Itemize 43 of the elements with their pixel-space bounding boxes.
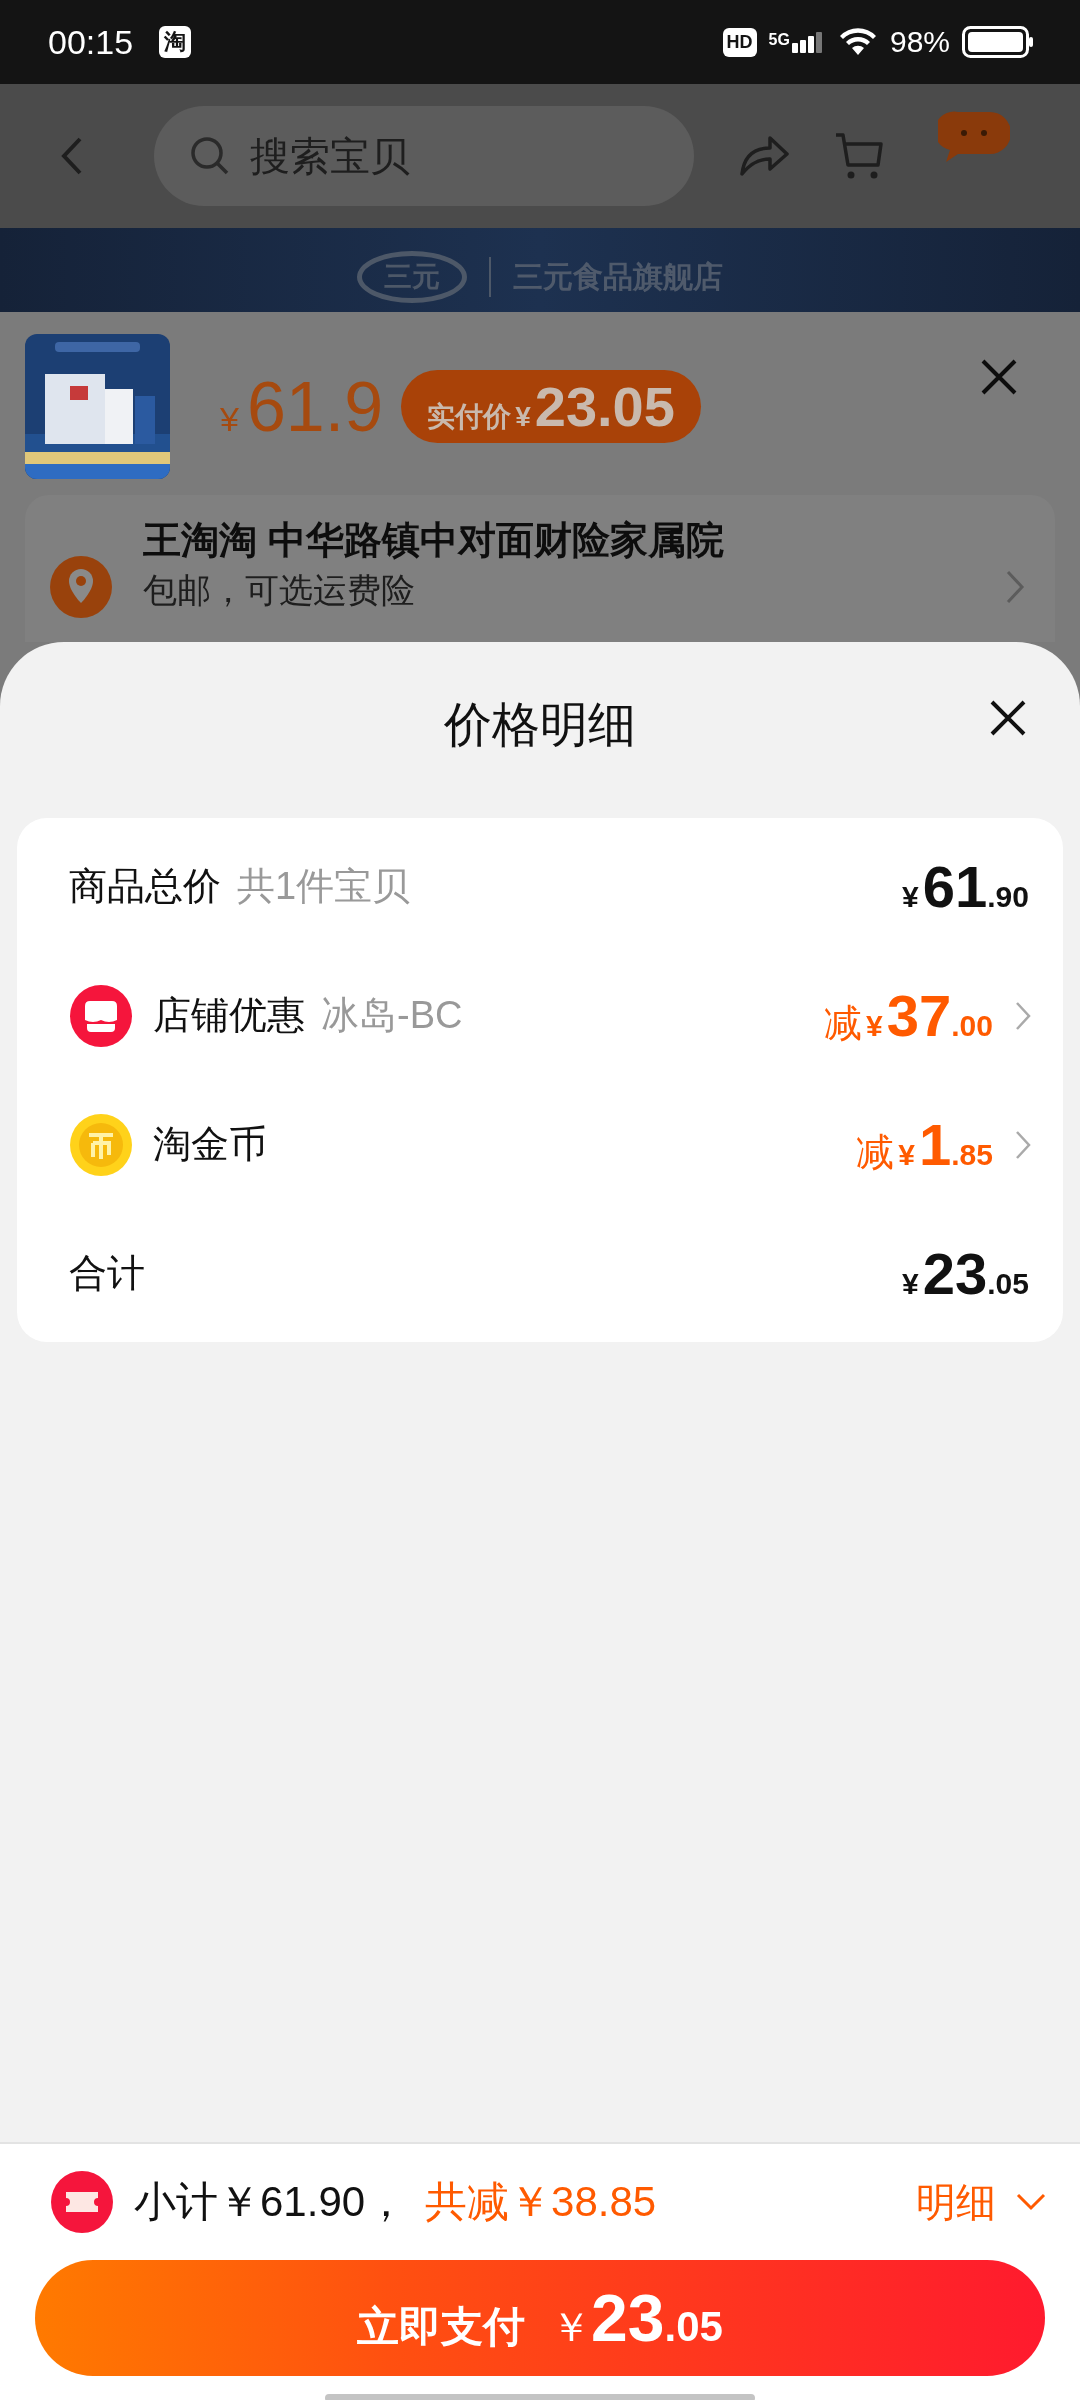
total-discount-text: 共减￥38.85 xyxy=(425,2177,657,2227)
chat-bubble-icon[interactable] xyxy=(938,110,1010,164)
search-icon xyxy=(190,136,230,176)
share-icon[interactable] xyxy=(738,134,790,178)
hd-badge: HD xyxy=(722,27,757,57)
details-toggle[interactable]: 明细 xyxy=(916,2174,1046,2230)
address-title: 王淘淘 中华路镇中对面财险家属院 xyxy=(143,518,725,563)
wifi-icon xyxy=(839,28,876,56)
location-pin-icon xyxy=(49,555,113,619)
chevron-right-icon[interactable] xyxy=(1015,1129,1031,1160)
cart-icon[interactable] xyxy=(834,131,884,181)
paid-price-badge: 实付价¥23.05 xyxy=(401,370,701,443)
signal-icon xyxy=(791,31,822,53)
search-field[interactable]: 搜索宝贝 xyxy=(154,106,694,206)
row-detail: 共1件宝贝 xyxy=(237,864,411,909)
shipping-note: 包邮，可选运费险 xyxy=(143,570,416,611)
sheet-title: 价格明细 xyxy=(444,697,636,753)
back-icon[interactable] xyxy=(60,136,84,176)
clock-time: 00:15 xyxy=(48,22,134,62)
ticket-icon xyxy=(50,2170,114,2234)
battery-percent: 98% xyxy=(889,25,950,59)
row-label: 商品总价 xyxy=(69,864,221,909)
chevron-right-icon xyxy=(1005,569,1025,605)
amount-text: ¥61.90 xyxy=(902,853,1029,920)
amount-text: 减¥1.85 xyxy=(856,1111,993,1178)
coin-icon xyxy=(69,1112,133,1177)
row-label: 店铺优惠 xyxy=(153,993,305,1038)
app-badge: 淘 xyxy=(159,26,192,58)
product-price: ¥61.9 xyxy=(220,366,384,447)
chevron-right-icon[interactable] xyxy=(1015,1000,1031,1031)
row-label: 淘金币 xyxy=(153,1122,267,1167)
pay-now-button[interactable]: 立即支付 ￥23.05 xyxy=(35,2260,1045,2376)
subtotal-text: 小计￥61.90， xyxy=(134,2177,408,2227)
amount-text: 减¥37.00 xyxy=(824,982,993,1049)
row-detail: 冰岛-BC xyxy=(321,993,463,1038)
amount-text: ¥23.05 xyxy=(902,1240,1029,1307)
address-card[interactable]: 王淘淘 中华路镇中对面财险家属院 包邮，可选运费险 xyxy=(25,495,1055,642)
row-label: 合计 xyxy=(69,1251,145,1296)
shop-icon xyxy=(69,983,133,1048)
battery-icon xyxy=(962,26,1034,58)
close-icon[interactable] xyxy=(990,700,1026,736)
network-label: 5G xyxy=(768,31,790,49)
chevron-down-icon xyxy=(1016,2193,1046,2211)
